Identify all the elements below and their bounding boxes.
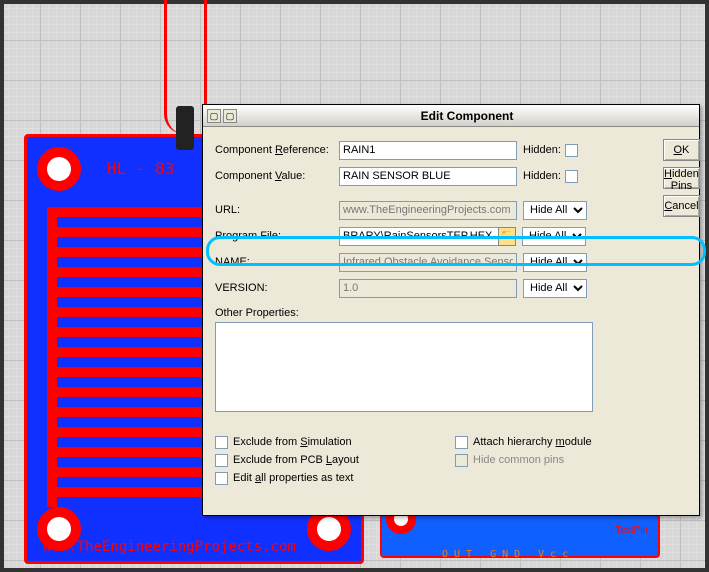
label-program-file: Program File: xyxy=(215,230,339,242)
browse-button[interactable]: 📁 xyxy=(498,227,516,246)
dialog-titlebar[interactable]: ▢ ▢ Edit Component xyxy=(203,105,699,127)
label-component-reference: Component Reference: xyxy=(215,144,339,156)
cancel-button[interactable]: Cancel xyxy=(663,195,700,217)
visibility-select[interactable]: Hide All xyxy=(523,253,587,272)
label-url: URL: xyxy=(215,204,339,216)
hidden-label: Hidden: xyxy=(523,144,561,156)
name-input[interactable] xyxy=(339,253,517,272)
other-properties-textarea[interactable] xyxy=(215,322,593,412)
titlebar-icon-button[interactable]: ▢ xyxy=(207,109,221,123)
module-testpin-label: TestPin xyxy=(615,525,648,536)
module-pin-labels: OUT GND Vcc xyxy=(442,549,574,560)
titlebar-icon-button[interactable]: ▢ xyxy=(223,109,237,123)
hidden-checkbox[interactable] xyxy=(565,144,578,157)
hidden-pins-button[interactable]: Hidden Pins xyxy=(663,167,700,189)
exclude-sim-label: Exclude from Simulation xyxy=(233,436,352,448)
exclude-pcb-label: Exclude from PCB Layout xyxy=(233,454,359,466)
visibility-select[interactable]: Hide All xyxy=(523,201,587,220)
mount-hole-icon xyxy=(37,147,81,191)
exclude-pcb-checkbox[interactable] xyxy=(215,454,228,467)
folder-icon: 📁 xyxy=(501,230,513,241)
url-input[interactable] xyxy=(339,201,517,220)
exclude-sim-checkbox[interactable] xyxy=(215,436,228,449)
hidden-label: Hidden: xyxy=(523,170,561,182)
connector-pin-icon xyxy=(176,106,194,150)
label-component-value: Component Value: xyxy=(215,170,339,182)
version-input[interactable] xyxy=(339,279,517,298)
pcb-url: www.TheEngineeringProjects.com xyxy=(43,539,296,555)
hide-common-label: Hide common pins xyxy=(473,454,564,466)
visibility-select[interactable]: Hide All xyxy=(522,227,586,246)
component-value-input[interactable] xyxy=(339,167,517,186)
label-other-properties: Other Properties: xyxy=(215,307,655,319)
component-reference-input[interactable] xyxy=(339,141,517,160)
ok-button[interactable]: OK xyxy=(663,139,700,161)
label-version: VERSION: xyxy=(215,282,339,294)
label-name: NAME: xyxy=(215,256,339,268)
attach-hierarchy-checkbox[interactable] xyxy=(455,436,468,449)
hidden-checkbox[interactable] xyxy=(565,170,578,183)
visibility-select[interactable]: Hide All xyxy=(523,279,587,298)
hide-common-checkbox xyxy=(455,454,468,467)
edit-all-checkbox[interactable] xyxy=(215,472,228,485)
edit-all-label: Edit all properties as text xyxy=(233,472,353,484)
attach-hierarchy-label: Attach hierarchy module xyxy=(473,436,592,448)
pcb-label: HL - 83 xyxy=(107,159,174,178)
program-file-input[interactable] xyxy=(339,227,499,246)
dialog-title: Edit Component xyxy=(239,109,695,123)
edit-component-dialog: ▢ ▢ Edit Component Component Reference: … xyxy=(202,104,700,516)
